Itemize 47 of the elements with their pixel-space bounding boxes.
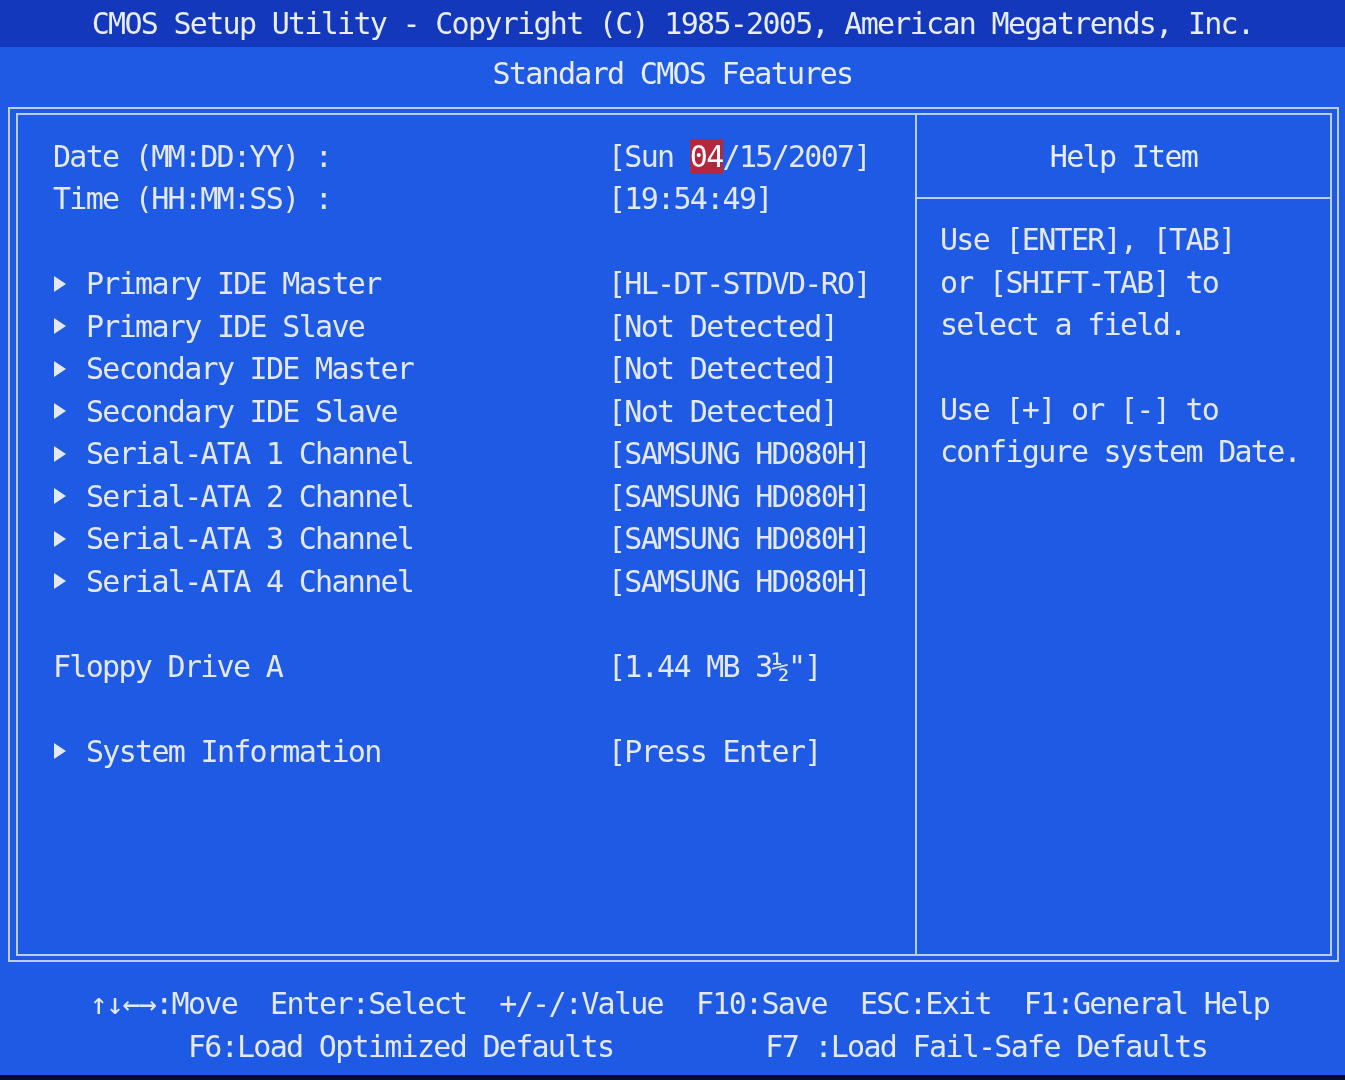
submenu-item[interactable]: Primary IDE Master — [86, 266, 381, 302]
submenu-item[interactable]: Secondary IDE Master — [86, 351, 414, 387]
submenu-item[interactable]: Secondary IDE Slave — [86, 393, 397, 429]
setting-value: [Not Detected] — [608, 393, 838, 429]
submenu-item[interactable]: Serial-ATA 1 Channel — [86, 436, 414, 472]
key-hint: Enter:Select — [270, 986, 467, 1021]
setting-value: [SAMSUNG HD080H] — [608, 436, 870, 472]
help-title: Help Item — [1049, 138, 1198, 174]
triangle-icon — [53, 274, 67, 293]
setting-value: [Not Detected] — [608, 351, 838, 387]
key-hint: F6:Load Optimized Defaults — [187, 1029, 614, 1064]
setting-label: Time (HH:MM:SS) : — [53, 181, 332, 217]
key-hint: F7 :Load Fail-Safe Defaults — [765, 1029, 1208, 1064]
setting-value: [HL-DT-STDVD-RO] — [608, 266, 870, 302]
key-hint: F1:General Help — [1023, 986, 1270, 1021]
triangle-icon — [53, 444, 67, 463]
triangle-icon — [53, 317, 67, 336]
page-title: Standard CMOS Features — [492, 56, 853, 91]
setting-value: [SAMSUNG HD080H] — [608, 563, 870, 599]
setting-label: Date (MM:DD:YY) : — [53, 138, 332, 174]
key-hint: ESC:Exit — [859, 986, 991, 1021]
window-title: CMOS Setup Utility - Copyright (C) 1985-2005, American Megatrends, Inc. — [91, 6, 1254, 41]
highlighted-field[interactable]: 04 — [689, 138, 723, 174]
triangle-icon — [53, 572, 67, 591]
setting-value: [SAMSUNG HD080H] — [608, 478, 870, 514]
submenu-item[interactable]: Serial-ATA 4 Channel — [86, 563, 414, 599]
triangle-icon — [53, 529, 67, 548]
submenu-item[interactable]: System Information — [86, 733, 381, 769]
triangle-icon — [53, 742, 67, 761]
help-text: Use [ENTER], [TAB] or [SHIFT-TAB] to select a field. — [940, 221, 1236, 344]
submenu-item[interactable]: Serial-ATA 2 Channel — [86, 478, 414, 514]
setting-label: Floppy Drive A — [53, 648, 283, 684]
setting-value: [SAMSUNG HD080H] — [608, 521, 870, 557]
key-hint: F10:Save — [696, 986, 827, 1021]
key-hint: ↑↓←→:Move — [89, 986, 237, 1021]
triangle-icon — [53, 487, 67, 506]
setting-value: [Press Enter] — [608, 733, 821, 769]
setting-value[interactable]: [19:54:49] — [608, 181, 772, 217]
key-hint: +/-/:Value — [499, 986, 663, 1021]
submenu-item[interactable]: Serial-ATA 3 Channel — [86, 521, 414, 557]
setting-value: [Not Detected] — [608, 308, 838, 344]
triangle-icon — [53, 359, 67, 378]
submenu-item[interactable]: Primary IDE Slave — [86, 308, 365, 344]
setting-value[interactable]: [Sun — [608, 138, 690, 174]
help-text: Use [+] or [-] to configure system Date. — [940, 390, 1301, 471]
triangle-icon — [53, 402, 67, 421]
setting-value[interactable]: [1.44 MB 3½"] — [608, 648, 821, 684]
